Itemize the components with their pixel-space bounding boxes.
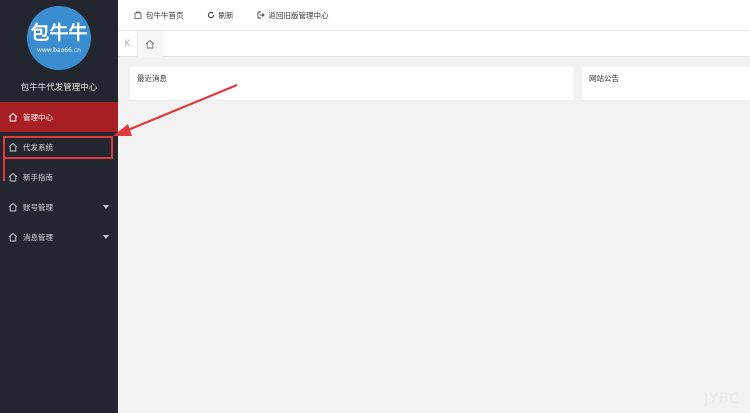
recent-messages-title: 最近消息	[137, 74, 167, 83]
logo[interactable]: 包牛牛 www.bao66.cn	[27, 6, 91, 70]
chevron-down-icon	[103, 235, 109, 239]
sidebar-item-beginner-guide[interactable]: 新手指南	[0, 162, 118, 192]
home-icon	[8, 172, 18, 182]
refresh-link[interactable]: 刷新	[207, 10, 234, 21]
tab-bar: K	[118, 30, 750, 57]
home-page-label: 包牛牛首页	[146, 10, 184, 20]
home-icon	[145, 39, 154, 48]
sidebar-item-message-management[interactable]: 消息管理	[0, 222, 118, 252]
chevron-down-icon	[103, 205, 109, 209]
sidebar-item-label: 管理中心	[23, 112, 53, 122]
tab-scroll-left-button[interactable]: K	[118, 30, 138, 57]
tab-home[interactable]	[138, 30, 162, 57]
logo-text: 包牛牛	[30, 22, 88, 44]
annotation-highlight-box	[3, 136, 113, 159]
sidebar-nav: 管理中心 代发系统 新手指南 账号管理 消息管理	[0, 102, 118, 252]
refresh-icon	[207, 11, 214, 19]
logo-area: 包牛牛 www.bao66.cn 包牛牛代发管理中心	[0, 0, 118, 102]
sidebar-item-label: 消息管理	[23, 232, 53, 242]
shop-icon	[134, 11, 142, 19]
annotation-highlight-line	[3, 159, 5, 181]
site-notice-title: 网站公告	[589, 74, 619, 83]
home-page-link[interactable]: 包牛牛首页	[134, 10, 184, 21]
back-label: 返回旧版管理中心	[268, 10, 329, 20]
site-notice-panel: 网站公告	[582, 67, 750, 101]
sidebar-item-label: 新手指南	[23, 172, 53, 182]
back-to-old-admin-link[interactable]: 返回旧版管理中心	[257, 10, 329, 21]
top-toolbar: 包牛牛首页 刷新 返回旧版管理中心	[118, 0, 750, 31]
logo-url: www.bao66.cn	[37, 47, 81, 54]
sign-out-icon	[257, 11, 265, 19]
home-icon	[8, 232, 18, 242]
home-icon	[8, 112, 18, 122]
site-title: 包牛牛代发管理中心	[20, 83, 98, 93]
sidebar-item-admin-center[interactable]: 管理中心	[0, 102, 118, 132]
refresh-label: 刷新	[218, 10, 234, 20]
recent-messages-panel: 最近消息	[130, 67, 573, 101]
sidebar-item-account-management[interactable]: 账号管理	[0, 192, 118, 222]
sidebar-item-label: 账号管理	[23, 202, 53, 212]
sidebar: 包牛牛 www.bao66.cn 包牛牛代发管理中心 管理中心 代发系统 新手指…	[0, 0, 118, 413]
watermark: JYBC	[704, 391, 740, 407]
home-icon	[8, 202, 18, 212]
